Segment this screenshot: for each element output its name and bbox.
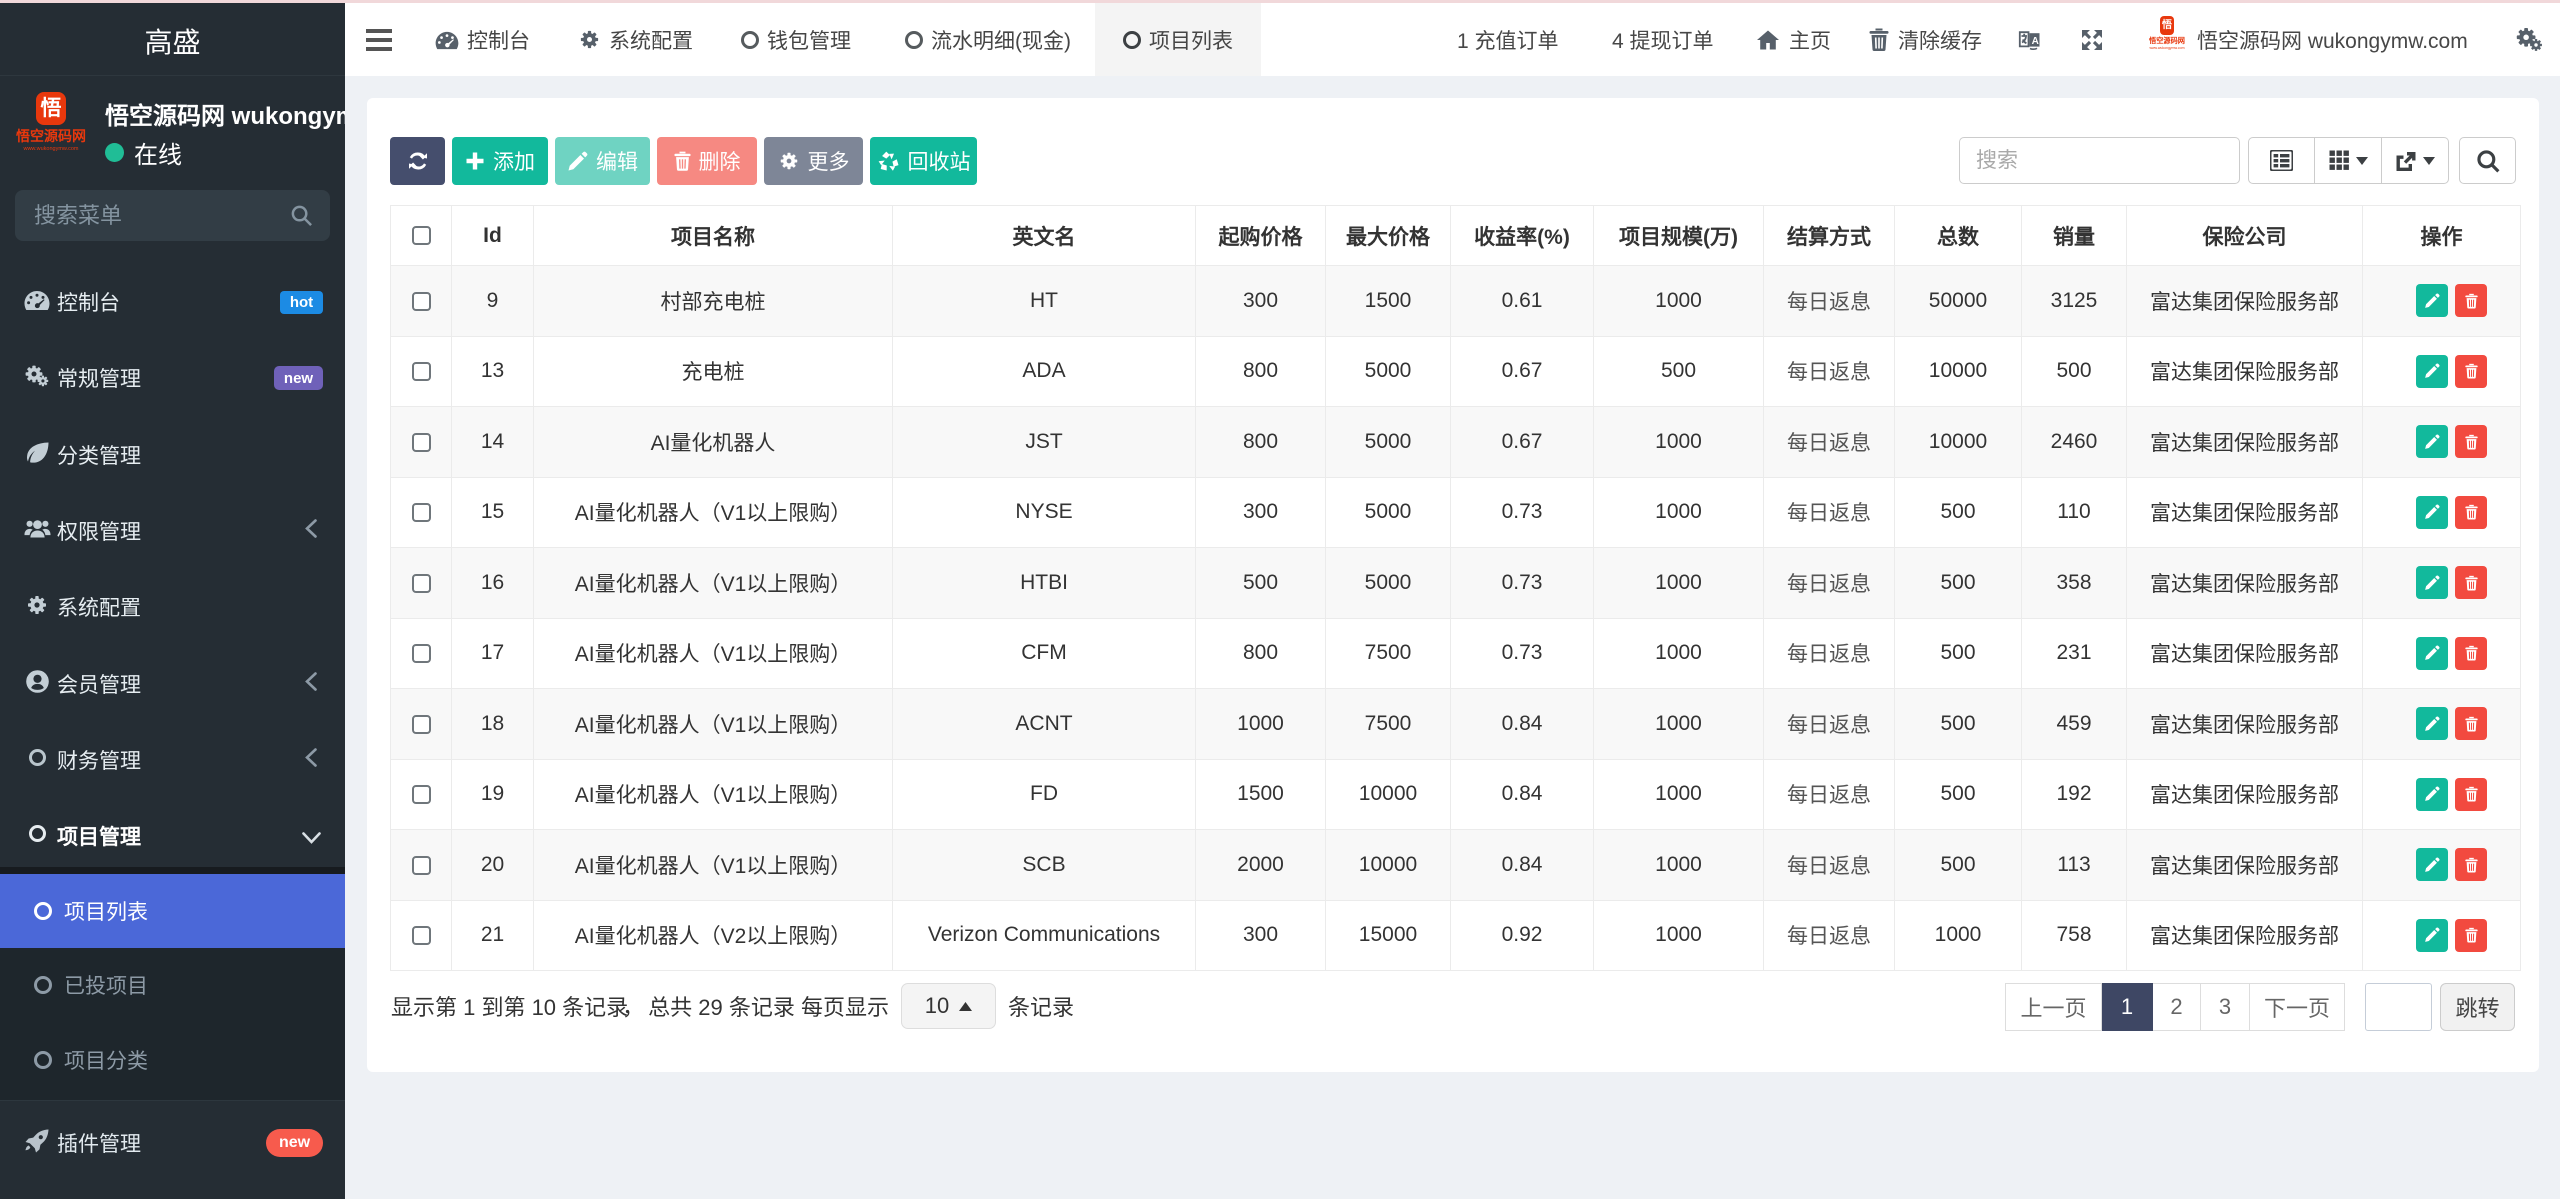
svg-text:A: A xyxy=(2032,35,2039,46)
